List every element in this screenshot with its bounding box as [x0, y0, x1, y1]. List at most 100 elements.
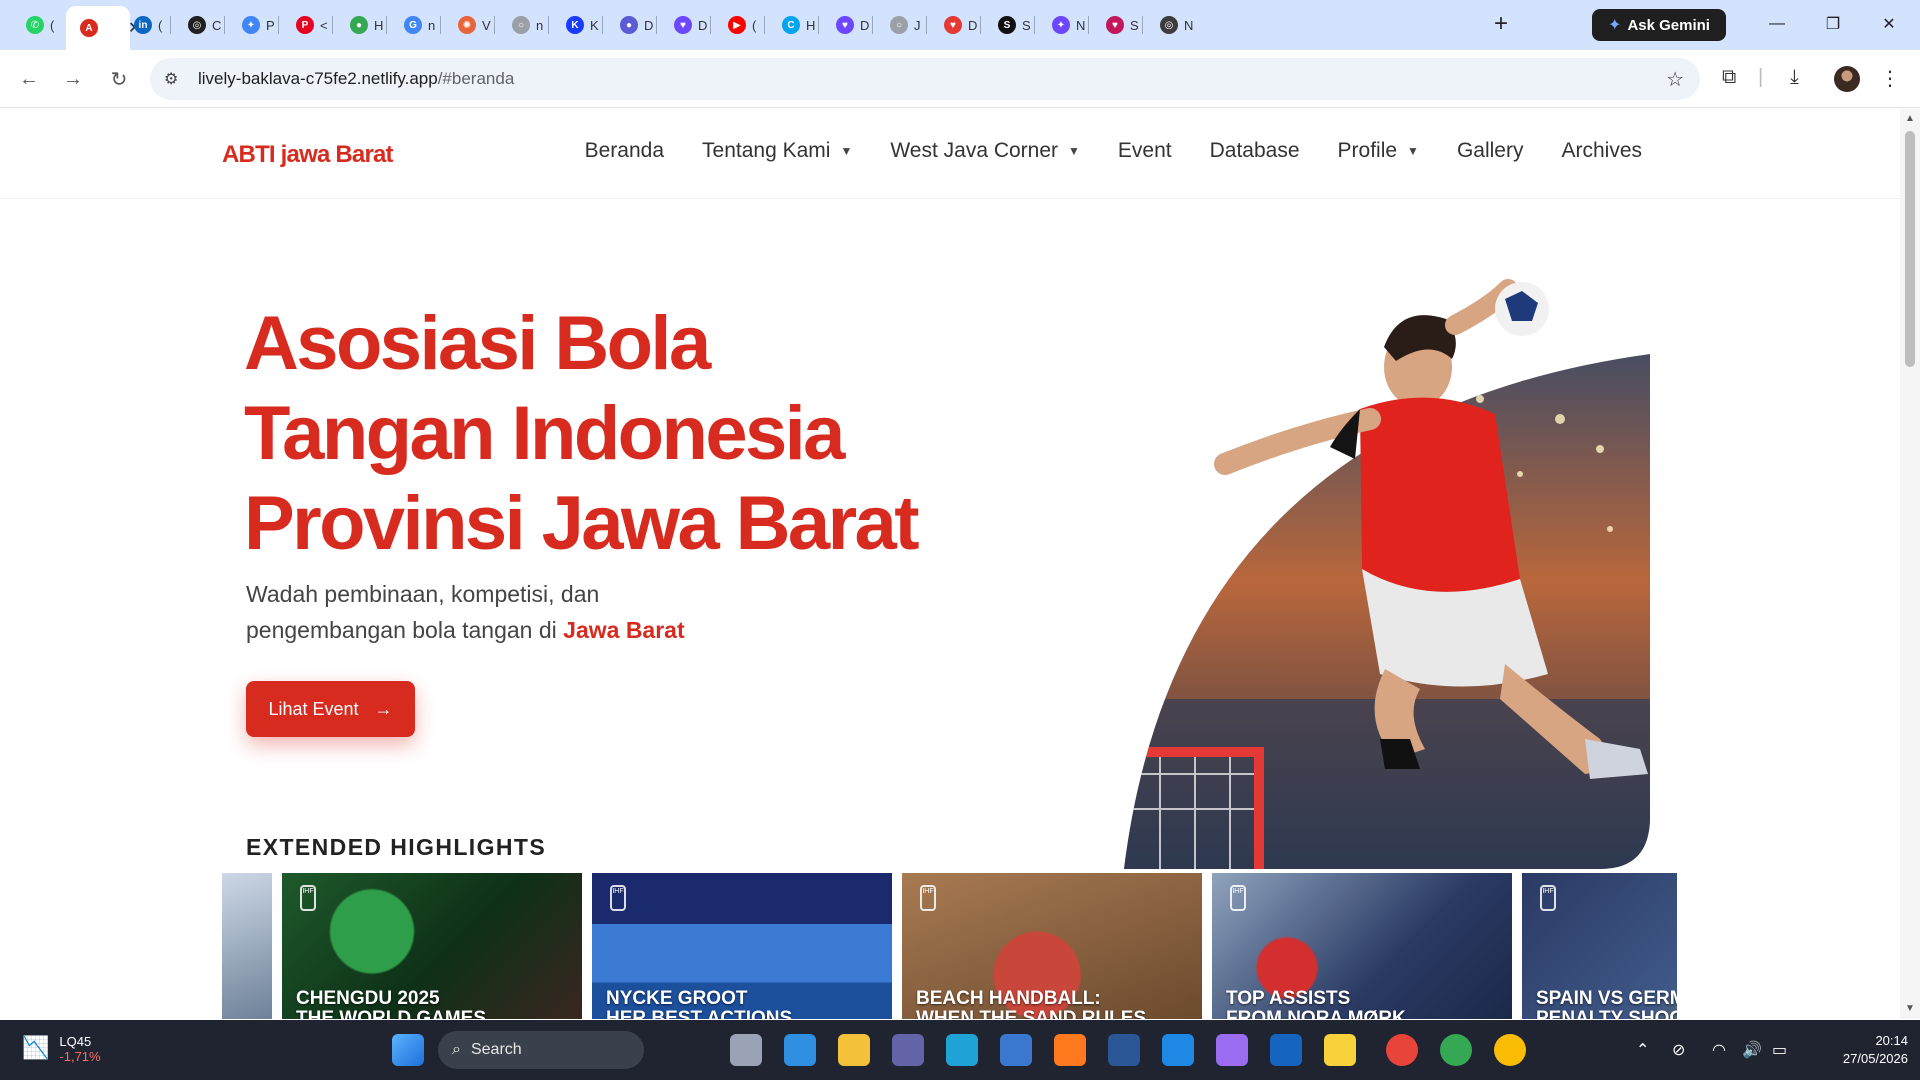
tab-search-icon[interactable]: ⧉: [1722, 66, 1736, 89]
ask-gemini-button[interactable]: ✦ Ask Gemini: [1592, 9, 1726, 41]
sticky-notes-icon[interactable]: [1324, 1034, 1356, 1066]
ihf-logo-icon: IHF: [300, 885, 316, 911]
profile-avatar[interactable]: [1834, 66, 1860, 92]
minimize-button[interactable]: —: [1754, 8, 1800, 40]
firefox-icon[interactable]: [1054, 1034, 1086, 1066]
restore-button[interactable]: ❐: [1810, 8, 1856, 40]
browser-tab[interactable]: SS: [984, 8, 1038, 42]
lihat-event-button[interactable]: Lihat Event →: [246, 681, 415, 737]
scroll-down-icon[interactable]: ▼: [1905, 1003, 1915, 1014]
edge-icon[interactable]: [946, 1034, 978, 1066]
browser-tab[interactable]: ● D: [606, 8, 660, 42]
highlight-card[interactable]: IHF BEACH HANDBALL: WHEN THE SAND RULES: [902, 873, 1202, 1019]
carousel-card-partial[interactable]: [222, 873, 272, 1019]
file-explorer-icon[interactable]: [838, 1034, 870, 1066]
teams-icon[interactable]: [892, 1034, 924, 1066]
menu-item-label: Database: [1209, 139, 1300, 162]
copilot-icon[interactable]: [1216, 1034, 1248, 1066]
browser-tab[interactable]: ◎ C: [174, 8, 228, 42]
browser-tab[interactable]: ✆(: [12, 8, 66, 42]
browser-tab[interactable]: ○ n: [498, 8, 552, 42]
tab-favicon-icon: G: [404, 16, 422, 34]
vscode-icon[interactable]: [784, 1034, 816, 1066]
browser-tab[interactable]: in(: [120, 8, 174, 42]
app-a-icon[interactable]: [1162, 1034, 1194, 1066]
menu-item-event[interactable]: Event: [1118, 139, 1172, 163]
taskbar-clock[interactable]: 20:14 27/05/2026: [1818, 1032, 1908, 1068]
menu-item-west-java-corner[interactable]: West Java Corner ▼: [890, 139, 1080, 163]
battery-icon[interactable]: ▭: [1772, 1040, 1787, 1060]
chrome-icon[interactable]: [1440, 1034, 1472, 1066]
browser-tab[interactable]: ♥ D: [822, 8, 876, 42]
windows-taskbar: 📉 LQ45 -1,71% ⌕ Search ⌃ ⊘ ◠ 🔊 ▭ 20:14 2…: [0, 1020, 1920, 1080]
highlight-card[interactable]: IHF TOP ASSISTS FROM NORA MØRK: [1212, 873, 1512, 1019]
menu-item-label: Gallery: [1456, 139, 1524, 162]
reload-button[interactable]: ↻: [104, 64, 134, 94]
browser-tab[interactable]: CH: [768, 8, 822, 42]
menu-item-tentang-kami[interactable]: Tentang Kami ▼: [702, 139, 852, 163]
task-view-icon[interactable]: [730, 1034, 762, 1066]
tab-favicon-icon: ♥: [836, 16, 854, 34]
download-icon[interactable]: ⤓: [1790, 66, 1799, 89]
site-logo[interactable]: ABTI jawa Barat: [222, 141, 394, 169]
menu-item-gallery[interactable]: Gallery: [1457, 139, 1524, 163]
app-blue-icon[interactable]: [1270, 1034, 1302, 1066]
network-off-icon[interactable]: ⊘: [1672, 1040, 1685, 1060]
menu-item-profile[interactable]: Profile ▼: [1338, 139, 1419, 163]
clock-time: 20:14: [1875, 1033, 1908, 1048]
bookmark-star-icon[interactable]: ☆: [1666, 67, 1684, 92]
browser-tab[interactable]: ✦ N: [1038, 8, 1092, 42]
tab-favicon-icon: ▶: [728, 16, 746, 34]
browser-tab-strip: + ✦ Ask Gemini — ❐ ✕ ✆(AA✕in(◎C✦PP<●HGn✺…: [0, 0, 1920, 50]
forward-button[interactable]: →: [58, 64, 88, 94]
browser-tab[interactable]: ♥ D: [930, 8, 984, 42]
new-tab-button[interactable]: +: [1486, 10, 1516, 38]
chrome-icon[interactable]: [1386, 1034, 1418, 1066]
browser-tab[interactable]: ○ J: [876, 8, 930, 42]
browser-tab[interactable]: ● H: [336, 8, 390, 42]
stock-widget[interactable]: 📉 LQ45 -1,71%: [22, 1034, 101, 1064]
chrome-icon[interactable]: [1494, 1034, 1526, 1066]
menu-item-archives[interactable]: Archives: [1561, 139, 1642, 163]
tab-favicon-icon: ✆: [26, 16, 44, 34]
hero-subtitle-line: Wadah pembinaan, kompetisi, dan: [246, 581, 600, 607]
browser-tab[interactable]: ♥ S: [1092, 8, 1146, 42]
tab-separator: [332, 16, 333, 34]
word-icon[interactable]: [1108, 1034, 1140, 1066]
tab-favicon-icon: P: [296, 16, 314, 34]
browser-tab[interactable]: KK: [552, 8, 606, 42]
taskbar-search[interactable]: ⌕ Search: [438, 1031, 644, 1069]
tab-favicon-icon: A: [80, 19, 98, 37]
volume-icon[interactable]: 🔊: [1742, 1040, 1762, 1060]
browser-tab[interactable]: ▶(: [714, 8, 768, 42]
browser-tab[interactable]: ✦ P: [228, 8, 282, 42]
menu-item-database[interactable]: Database: [1210, 139, 1300, 163]
browser-tab[interactable]: P <: [282, 8, 336, 42]
page-scrollbar[interactable]: ▲ ▼: [1900, 109, 1920, 1019]
address-bar[interactable]: ⚙ lively-baklava-c75fe2.netlify.app/#ber…: [150, 58, 1700, 100]
wifi-icon[interactable]: ◠: [1712, 1040, 1726, 1060]
scroll-up-icon[interactable]: ▲: [1905, 113, 1915, 124]
menu-kebab-icon[interactable]: ⋮: [1880, 66, 1900, 91]
main-menu: Beranda Tentang Kami ▼ West Java Corner ▼ Eve…: [585, 139, 1642, 163]
site-info-icon[interactable]: ⚙: [164, 69, 186, 89]
url-text[interactable]: lively-baklava-c75fe2.netlify.app/#beran…: [198, 69, 514, 89]
hero-handball-player-image: [1124, 279, 1650, 869]
highlights-carousel[interactable]: IHF CHENGDU 2025 THE WORLD GAMES IHF NYCKE G…: [222, 873, 1677, 1019]
highlight-card[interactable]: IHF NYCKE GROOT HER BEST ACTIONS: [592, 873, 892, 1019]
highlight-card[interactable]: IHF SPAIN VS GERMAPENALTY SHOOT: [1522, 873, 1677, 1019]
tab-separator: [872, 16, 873, 34]
tab-separator: [1034, 16, 1035, 34]
browser-tab[interactable]: ◎ N: [1146, 8, 1200, 42]
back-button[interactable]: ←: [14, 64, 44, 94]
browser-tab[interactable]: ♥ D: [660, 8, 714, 42]
highlight-card[interactable]: IHF CHENGDU 2025 THE WORLD GAMES: [282, 873, 582, 1019]
browser-tab[interactable]: Gn: [390, 8, 444, 42]
browser-tab[interactable]: ✺ V: [444, 8, 498, 42]
scrollbar-thumb[interactable]: [1905, 131, 1915, 367]
menu-item-beranda[interactable]: Beranda: [585, 139, 664, 163]
show-hidden-icons-chevron-icon[interactable]: ⌃: [1636, 1040, 1649, 1060]
close-window-button[interactable]: ✕: [1866, 8, 1912, 40]
store-icon[interactable]: [1000, 1034, 1032, 1066]
windows-start-icon[interactable]: [392, 1034, 424, 1066]
